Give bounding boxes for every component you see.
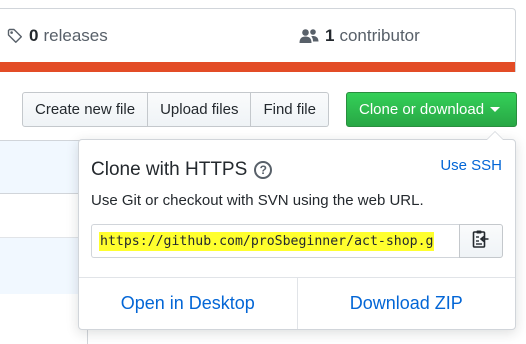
releases-count: 0 [29,26,39,45]
copy-url-button[interactable] [459,224,503,258]
dropdown-arrow [486,131,504,140]
clone-or-download-button[interactable]: Clone or download [346,92,517,127]
contributors-count: 1 [325,26,335,45]
language-bar [0,62,515,72]
open-in-desktop-link[interactable]: Open in Desktop [79,278,297,329]
caret-down-icon [490,107,501,112]
clone-or-download-label: Clone or download [359,101,485,118]
question-icon[interactable]: ? [254,161,273,179]
download-zip-link[interactable]: Download ZIP [296,278,516,329]
contributors-label: contributor [339,26,420,45]
find-file-button[interactable]: Find file [251,92,329,127]
clone-url-input[interactable]: https://github.com/proSbeginner/act-shop… [91,224,459,258]
use-ssh-link[interactable]: Use SSH [440,157,502,174]
clone-url-group: https://github.com/proSbeginner/act-shop… [91,224,503,258]
clone-description: Use Git or checkout with SVN using the w… [91,192,424,209]
upload-files-button[interactable]: Upload files [148,92,252,127]
clone-footer: Open in Desktop Download ZIP [79,277,515,329]
clippy-icon [472,229,490,254]
file-list-row [0,194,87,238]
clone-url-text: https://github.com/proSbeginner/act-shop… [99,231,435,251]
file-list-row [0,238,87,294]
file-list [0,140,88,344]
clone-title: Clone with HTTPS ? [91,159,273,181]
file-list-header [0,141,87,194]
clone-dropdown: Clone with HTTPS ? Use SSH Use Git or ch… [78,131,516,330]
releases-label: releases [43,26,108,45]
create-new-file-button[interactable]: Create new file [22,92,149,127]
contributors-link[interactable]: 1 contributor [299,26,420,46]
people-icon [299,28,319,44]
tag-icon [7,28,23,44]
clone-title-text: Clone with HTTPS [91,159,248,180]
repo-stats-bar: 0 releases 1 contributor [0,8,516,72]
releases-link[interactable]: 0 releases [7,26,108,46]
file-actions-group: Create new file Upload files Find file [22,92,329,127]
